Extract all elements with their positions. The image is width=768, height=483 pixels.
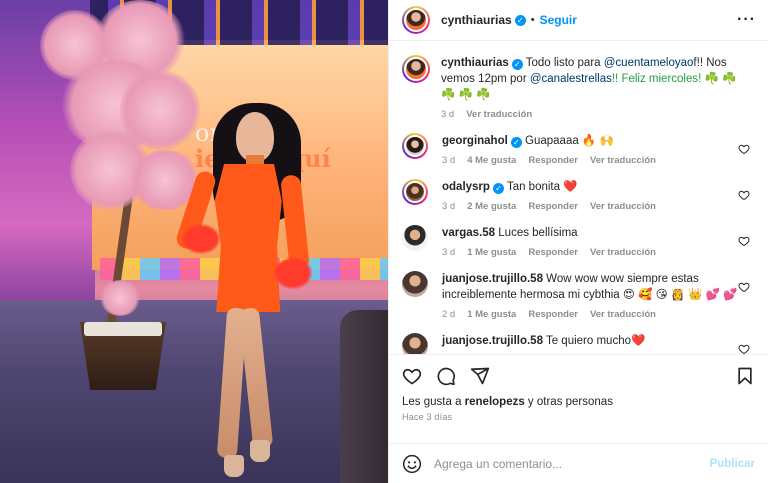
likes-text: Les gusta a bbox=[402, 396, 465, 408]
comment-item: georginahol ✓ Guapaaaa 🔥 🙌 3 d 4 Me gusta… bbox=[402, 133, 754, 166]
comments-list[interactable]: cynthiaurias ✓ Todo listo para @cuentamel… bbox=[389, 41, 768, 354]
comment-like-count[interactable]: 1 Me gusta bbox=[467, 247, 516, 258]
comment-like-count[interactable]: 4 Me gusta bbox=[467, 155, 516, 166]
stage-floor bbox=[0, 300, 388, 483]
reply-button[interactable]: Responder bbox=[528, 309, 578, 320]
comment-heart-icon[interactable] bbox=[738, 189, 750, 201]
comment-time[interactable]: 3 d bbox=[442, 247, 455, 258]
reply-button[interactable]: Responder bbox=[528, 247, 578, 258]
comment-text: Guapaaaa 🔥 🙌 bbox=[525, 135, 614, 147]
comment-text: Te quiero mucho❤️ bbox=[545, 335, 646, 347]
commenter-avatar[interactable] bbox=[402, 333, 428, 354]
commenter-avatar[interactable] bbox=[402, 179, 428, 205]
comment-like-count[interactable]: 1 Me gusta bbox=[467, 309, 516, 320]
orange-dress bbox=[214, 164, 282, 312]
comment-username[interactable]: juanjose.trujillo.58 bbox=[442, 335, 543, 347]
verified-icon: ✓ bbox=[510, 137, 522, 148]
comment-item: vargas.58 Luces bellísima 3 d 1 Me gusta… bbox=[402, 225, 754, 258]
shoe bbox=[224, 455, 244, 477]
caption-time[interactable]: 3 d bbox=[441, 109, 454, 120]
translate-button[interactable]: Ver traducción bbox=[590, 201, 656, 212]
blossom bbox=[100, 280, 140, 316]
comment-heart-icon[interactable] bbox=[738, 281, 750, 293]
comment-time[interactable]: 3 d bbox=[442, 201, 455, 212]
likes-text: y otras personas bbox=[524, 396, 613, 408]
translate-button[interactable]: Ver traducción bbox=[590, 247, 656, 258]
comment-time[interactable]: 2 d bbox=[442, 309, 455, 320]
translate-button[interactable]: Ver traducción bbox=[590, 309, 656, 320]
verified-icon: ✓ bbox=[492, 183, 504, 194]
comment-icon[interactable] bbox=[436, 366, 456, 386]
comment-heart-icon[interactable] bbox=[738, 235, 750, 247]
author-avatar[interactable] bbox=[402, 6, 430, 34]
comment-like-count[interactable]: 2 Me gusta bbox=[467, 201, 516, 212]
likes-summary[interactable]: Les gusta a renelopezs y otras personas bbox=[402, 396, 755, 408]
author-username[interactable]: cynthiaurias bbox=[441, 13, 512, 27]
translate-button[interactable]: Ver traducción bbox=[590, 155, 656, 166]
reply-button[interactable]: Responder bbox=[528, 201, 578, 212]
caption-username[interactable]: cynthiaurias bbox=[441, 57, 509, 69]
shoe bbox=[250, 440, 270, 462]
post-photo[interactable]: ora aquí ienta aquí bbox=[0, 0, 388, 483]
caption-text: Todo listo para bbox=[525, 57, 604, 69]
comment-input[interactable] bbox=[434, 456, 710, 471]
comment-item: odalysrp ✓ Tan bonita ❤️ 3 d 2 Me gusta R… bbox=[402, 179, 754, 212]
heart-icon[interactable] bbox=[402, 366, 422, 386]
comment-item: juanjose.trujillo.58 Wow wow wow siempre… bbox=[402, 271, 754, 320]
feather-cuff bbox=[183, 225, 219, 253]
comment-username[interactable]: juanjose.trujillo.58 bbox=[442, 273, 543, 285]
sofa bbox=[340, 310, 388, 483]
verified-icon: ✓ bbox=[511, 59, 523, 70]
comment-username[interactable]: vargas.58 bbox=[442, 227, 495, 239]
comment-text: Tan bonita ❤️ bbox=[506, 181, 578, 193]
more-options-icon[interactable]: ··· bbox=[737, 11, 756, 29]
mention-link[interactable]: @canalestrellas bbox=[530, 73, 612, 85]
feather-cuff bbox=[275, 258, 311, 288]
comment-heart-icon[interactable] bbox=[738, 343, 750, 354]
verified-icon: ✓ bbox=[514, 14, 526, 26]
separator-dot: • bbox=[530, 14, 535, 26]
post-header: cynthiaurias ✓ • Seguir ··· bbox=[389, 0, 768, 41]
translate-button[interactable]: Ver traducción bbox=[466, 109, 532, 120]
post-date[interactable]: Hace 3 días bbox=[402, 412, 755, 422]
bookmark-icon[interactable] bbox=[735, 366, 755, 386]
pot-soil bbox=[84, 322, 162, 336]
add-comment-bar: Publicar bbox=[389, 443, 768, 483]
publish-button[interactable]: Publicar bbox=[710, 458, 755, 470]
mention-link[interactable]: @cuentameloyaof bbox=[604, 57, 697, 69]
comment-item: juanjose.trujillo.58 Te quiero mucho❤️ bbox=[402, 333, 754, 354]
author-avatar[interactable] bbox=[402, 55, 430, 83]
emoji-icon[interactable] bbox=[402, 454, 422, 474]
caption: cynthiaurias ✓ Todo listo para @cuentamel… bbox=[402, 55, 754, 120]
follow-button[interactable]: Seguir bbox=[540, 13, 577, 27]
commenter-avatar[interactable] bbox=[402, 271, 428, 297]
reply-button[interactable]: Responder bbox=[528, 155, 578, 166]
comment-heart-icon[interactable] bbox=[738, 143, 750, 155]
commenter-avatar[interactable] bbox=[402, 133, 428, 159]
comment-time[interactable]: 3 d bbox=[442, 155, 455, 166]
post-actions: Les gusta a renelopezs y otras personas … bbox=[389, 354, 768, 443]
share-icon[interactable] bbox=[470, 366, 490, 386]
comment-username[interactable]: odalysrp bbox=[442, 181, 490, 193]
comment-username[interactable]: georginahol bbox=[442, 135, 508, 147]
likes-user-link[interactable]: renelopezs bbox=[465, 396, 525, 408]
post-side-panel: cynthiaurias ✓ • Seguir ··· cynthiaurias… bbox=[388, 0, 768, 483]
comment-text: Luces bellísima bbox=[498, 227, 578, 239]
commenter-avatar[interactable] bbox=[402, 225, 428, 251]
